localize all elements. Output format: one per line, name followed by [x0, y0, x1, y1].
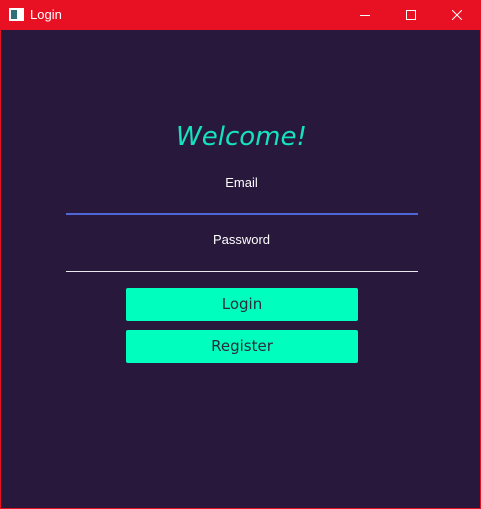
close-icon [452, 10, 462, 20]
welcome-heading: Welcome! [176, 122, 307, 152]
window-title: Login [30, 7, 62, 22]
login-window: Login Welcome! Email Password Login Regi… [0, 0, 481, 509]
minimize-button[interactable] [342, 0, 388, 30]
maximize-button[interactable] [388, 0, 434, 30]
close-button[interactable] [434, 0, 480, 30]
title-bar[interactable]: Login [1, 0, 480, 30]
maximize-icon [406, 10, 416, 20]
login-button[interactable]: Login [126, 288, 358, 321]
email-label: Email [225, 175, 258, 190]
app-icon [9, 8, 24, 21]
register-button[interactable]: Register [126, 330, 358, 363]
password-field[interactable] [66, 248, 418, 272]
password-label: Password [212, 232, 271, 247]
email-field[interactable] [66, 191, 418, 215]
minimize-icon [360, 15, 370, 16]
